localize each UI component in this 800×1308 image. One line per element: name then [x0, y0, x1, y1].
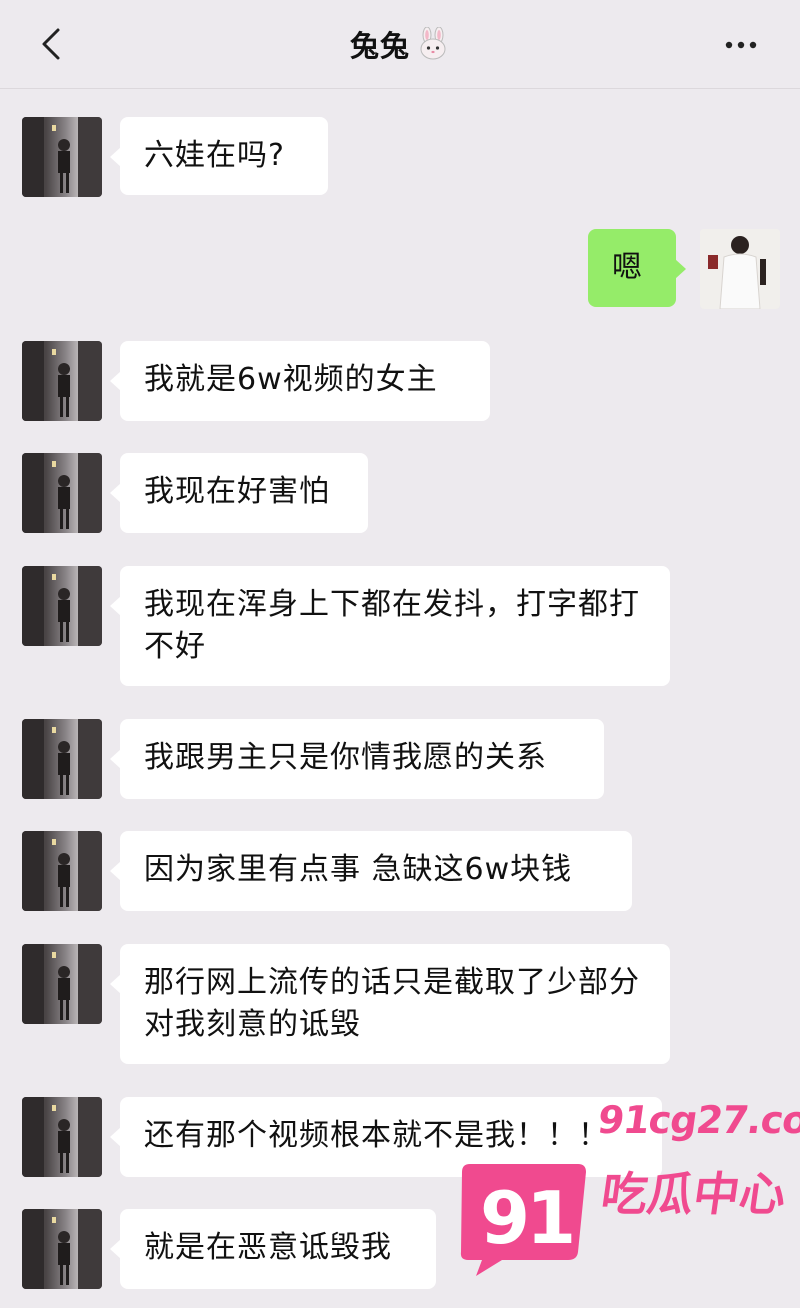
- contact-avatar[interactable]: [22, 1097, 102, 1177]
- top-bar: 兔兔: [0, 0, 800, 89]
- message-text: 我现在浑身上下都在发抖，打字都打不好: [144, 587, 640, 664]
- contact-avatar[interactable]: [22, 341, 102, 421]
- message-text: 我就是6w视频的女主: [144, 362, 438, 397]
- contact-avatar[interactable]: [22, 1209, 102, 1289]
- more-dots-icon: [725, 41, 757, 49]
- message-text: 六娃在吗?: [144, 138, 285, 173]
- message-text: 嗯: [612, 250, 643, 285]
- self-avatar[interactable]: [700, 229, 780, 309]
- message-bubble[interactable]: 我现在浑身上下都在发抖，打字都打不好: [110, 566, 670, 686]
- rabbit-face-icon: [416, 26, 450, 61]
- message-text: 就是在恶意诋毁我: [144, 1230, 392, 1265]
- message-text: 我跟男主只是你情我愿的关系: [144, 740, 547, 775]
- contact-avatar[interactable]: [22, 566, 102, 646]
- message-text: 我现在好害怕: [144, 474, 330, 509]
- message-bubble[interactable]: 我现在好害怕: [110, 453, 368, 533]
- more-options-button[interactable]: [718, 30, 768, 60]
- message-text: 因为家里有点事 急缺这6w块钱: [144, 852, 573, 887]
- watermark-badge-text: 91: [480, 1176, 576, 1260]
- contact-avatar[interactable]: [22, 944, 102, 1024]
- message-bubble[interactable]: 就是在恶意诋毁我: [110, 1209, 436, 1289]
- chat-title: 兔兔: [349, 29, 410, 63]
- contact-avatar[interactable]: [22, 453, 102, 533]
- back-button[interactable]: [34, 24, 74, 64]
- message-bubble[interactable]: 我跟男主只是你情我愿的关系: [110, 719, 604, 799]
- message-bubble[interactable]: 还有那个视频根本就不是我！！！: [110, 1097, 662, 1177]
- message-bubble[interactable]: 我就是6w视频的女主: [110, 341, 490, 421]
- contact-avatar[interactable]: [22, 117, 102, 197]
- contact-avatar[interactable]: [22, 831, 102, 911]
- contact-avatar[interactable]: [22, 719, 102, 799]
- message-bubble[interactable]: 那行网上流传的话只是截取了少部分 对我刻意的诋毁: [110, 944, 670, 1064]
- message-bubble-self[interactable]: 嗯: [588, 229, 686, 307]
- chevron-left-icon: [42, 28, 60, 60]
- message-text: 那行网上流传的话只是截取了少部分 对我刻意的诋毁: [144, 965, 640, 1042]
- message-bubble[interactable]: 因为家里有点事 急缺这6w块钱: [110, 831, 632, 911]
- speech-bubble-badge-icon: [460, 1164, 586, 1276]
- message-bubble[interactable]: 六娃在吗?: [110, 117, 328, 195]
- message-text: 还有那个视频根本就不是我！！！: [144, 1118, 609, 1153]
